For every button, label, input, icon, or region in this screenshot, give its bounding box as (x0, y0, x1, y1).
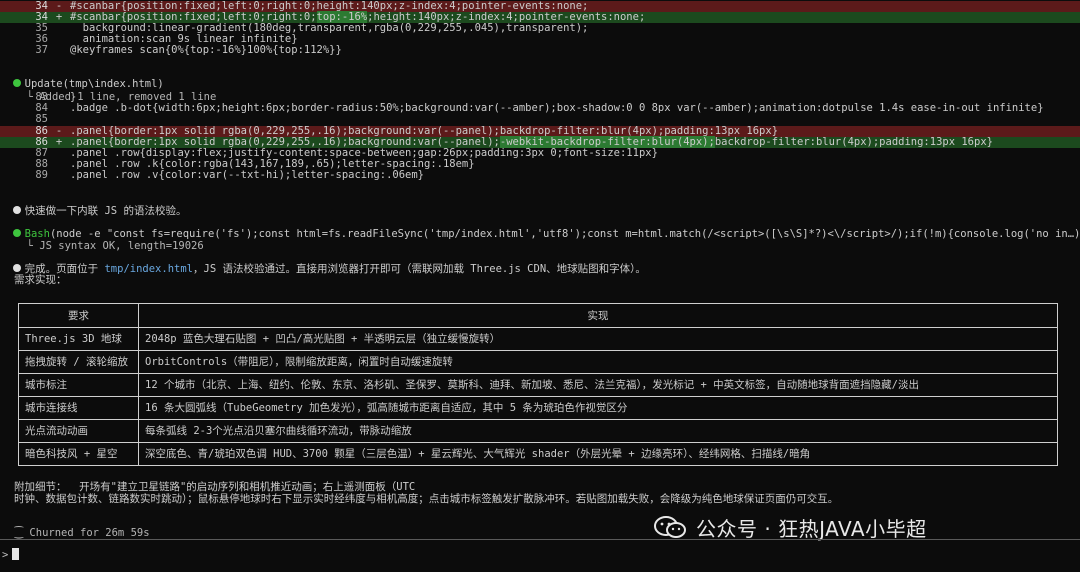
requirement-cell: 城市连接线 (18, 396, 139, 420)
extra-details-line1: 附加细节： 开场有"建立卫星链路"的启动序列和相机推近动画；右上遥测面板（UTC (14, 481, 416, 493)
implementation-cell: 每条弧线 2-3个光点沿贝塞尔曲线循环流动，带脉动缩放 (138, 419, 1058, 443)
code-text: } (70, 91, 77, 103)
requirement-cell: 光点流动动画 (18, 419, 139, 443)
assistant-message-done: 完成。页面位于 tmp/index.html，JS 语法校验通过。直接用浏览器打… (0, 253, 1080, 275)
js-check-text: 快速做一下内联 JS 的语法校验。 (24, 205, 187, 217)
implementation-cell: 16 条大圆弧线（TubeGeometry 加色发光），弧高随城市距离自适应，其… (138, 396, 1058, 420)
done-post: ，JS 语法校验通过。直接用浏览器打开即可（需联网加载 Three.js CDN… (193, 263, 646, 275)
spinner-icon: ⁐ (14, 527, 30, 539)
diff-sign: - (55, 124, 63, 137)
update-tool-line: Update(tmp\index.html) (0, 68, 1080, 90)
tree-corner-icon: └ (26, 240, 40, 252)
column-header-requirement: 要求 (18, 303, 139, 328)
line-number: 89 (35, 169, 48, 182)
diff-sign: + (55, 11, 63, 23)
text-cursor (12, 548, 20, 560)
requirement-cell: 城市标注 (18, 373, 139, 397)
requirement-cell: Three.js 3D 地球 (18, 327, 139, 351)
line-number: 85 (35, 113, 48, 126)
implementation-cell: 2048p 蓝色大理石贴图 + 凹凸/高光贴图 + 半透明云层（独立缓慢旋转） (138, 327, 1058, 351)
code-change-highlight: -webkit-backdrop-filter:blur(4px); (499, 135, 715, 148)
bash-output-line: └ JS syntax OK, length=19026 (14, 230, 1080, 252)
table-row: 城市标注 12 个城市（北京、上海、纽约、伦敦、东京、洛杉矶、圣保罗、莫斯科、迪拜… (18, 373, 1058, 397)
code-text: .panel{border:1px solid rgba(0,229,255,.… (70, 124, 779, 137)
watermark-text: 公众号 · 狂热JAVA小毕超 (696, 516, 927, 541)
table-header-row: 要求 实现 (18, 303, 1058, 328)
code-text: .panel .row .v{color:var(--txt-hi);lette… (70, 169, 425, 182)
update-summary-line: └ Added 1 line, removed 1 line (14, 81, 1080, 103)
diff-line: 89 .panel .row .v{color:var(--txt-hi);let… (0, 170, 1080, 181)
prompt-symbol: > (2, 549, 9, 561)
column-header-implementation: 实现 (138, 303, 1058, 328)
file-path-link[interactable]: tmp/index.html (104, 263, 193, 275)
extra-details-line2: 时钟、数据包计数、链路数实时跳动）；鼠标悬停地球时右下显示实时经纬度与相机高度；… (14, 493, 839, 505)
requirements-table: 要求 实现 Three.js 3D 地球 2048p 蓝色大理石贴图 + 凹凸/高… (18, 303, 1058, 466)
implementation-cell: OrbitControls（带阻尼），限制缩放距离，闲置时自动缓速旋转 (138, 350, 1058, 374)
implementation-cell: 12 个城市（北京、上海、纽约、伦敦、东京、洛杉矶、圣保罗、莫斯科、迪拜、新加坡… (138, 373, 1058, 397)
code-text: .panel .row{display:flex;justify-content… (70, 147, 658, 159)
requirement-cell: 暗色科技风 + 星空 (18, 442, 139, 466)
input-prompt[interactable]: > (2, 548, 20, 561)
churned-text: Churned for 26m 59s (29, 527, 150, 539)
requirement-cell: 拖拽旋转 / 滚轮缩放 (18, 350, 139, 374)
code-text: @keyframes scan{0%{top:-16%}100%{top:112… (70, 44, 342, 56)
code-text: backdrop-filter:blur(4px);padding:13px 1… (714, 135, 993, 148)
bash-output: JS syntax OK, length=19026 (39, 240, 204, 252)
table-row: 暗色科技风 + 星空 深空底色、青/琥珀双色调 HUD、3700 颗星（三层色温）… (18, 442, 1058, 466)
line-number: 86 (35, 124, 48, 137)
diff-line: 84 .badge .b-dot{width:6px;height:6px;bor… (0, 103, 1080, 114)
table-row: 城市连接线 16 条大圆弧线（TubeGeometry 加色发光），弧高随城市距离… (18, 396, 1058, 420)
bash-tool-line: Bash(node -e "const fs=require('fs');con… (0, 218, 1080, 240)
code-text: .badge .b-dot{width:6px;height:6px;borde… (70, 102, 1044, 115)
wechat-watermark: 公众号 · 狂热JAVA小毕超 (652, 512, 927, 542)
code-text: .panel .row .k{color:rgba(143,167,189,.6… (70, 158, 475, 171)
message-dot-icon (12, 264, 21, 272)
table-row: 拖拽旋转 / 滚轮缩放 OrbitControls（带阻尼），限制缩放距离，闲置时… (18, 350, 1058, 374)
wechat-logo-icon (654, 516, 686, 538)
line-number: 37 (35, 44, 48, 56)
input-divider (0, 539, 1080, 540)
assistant-message-js-check: 快速做一下内联 JS 的语法校验。 (0, 195, 1080, 217)
table-row: Three.js 3D 地球 2048p 蓝色大理石贴图 + 凹凸/高光贴图 + … (18, 327, 1058, 351)
diff-sign: + (55, 135, 63, 148)
diff-line: 37 @keyframes scan{0%{top:-16%}100%{top:1… (0, 45, 1080, 56)
requirements-heading: 需求实现： (14, 274, 67, 286)
implementation-cell: 深空底色、青/琥珀双色调 HUD、3700 颗星（三层色温）+ 星云辉光、大气辉… (138, 442, 1058, 466)
table-row: 光点流动动画 每条弧线 2-3个光点沿贝塞尔曲线循环流动，带脉动缩放 (18, 419, 1058, 443)
code-text: .panel{border:1px solid rgba(0,229,255,.… (70, 135, 500, 148)
message-dot-icon (12, 206, 21, 214)
